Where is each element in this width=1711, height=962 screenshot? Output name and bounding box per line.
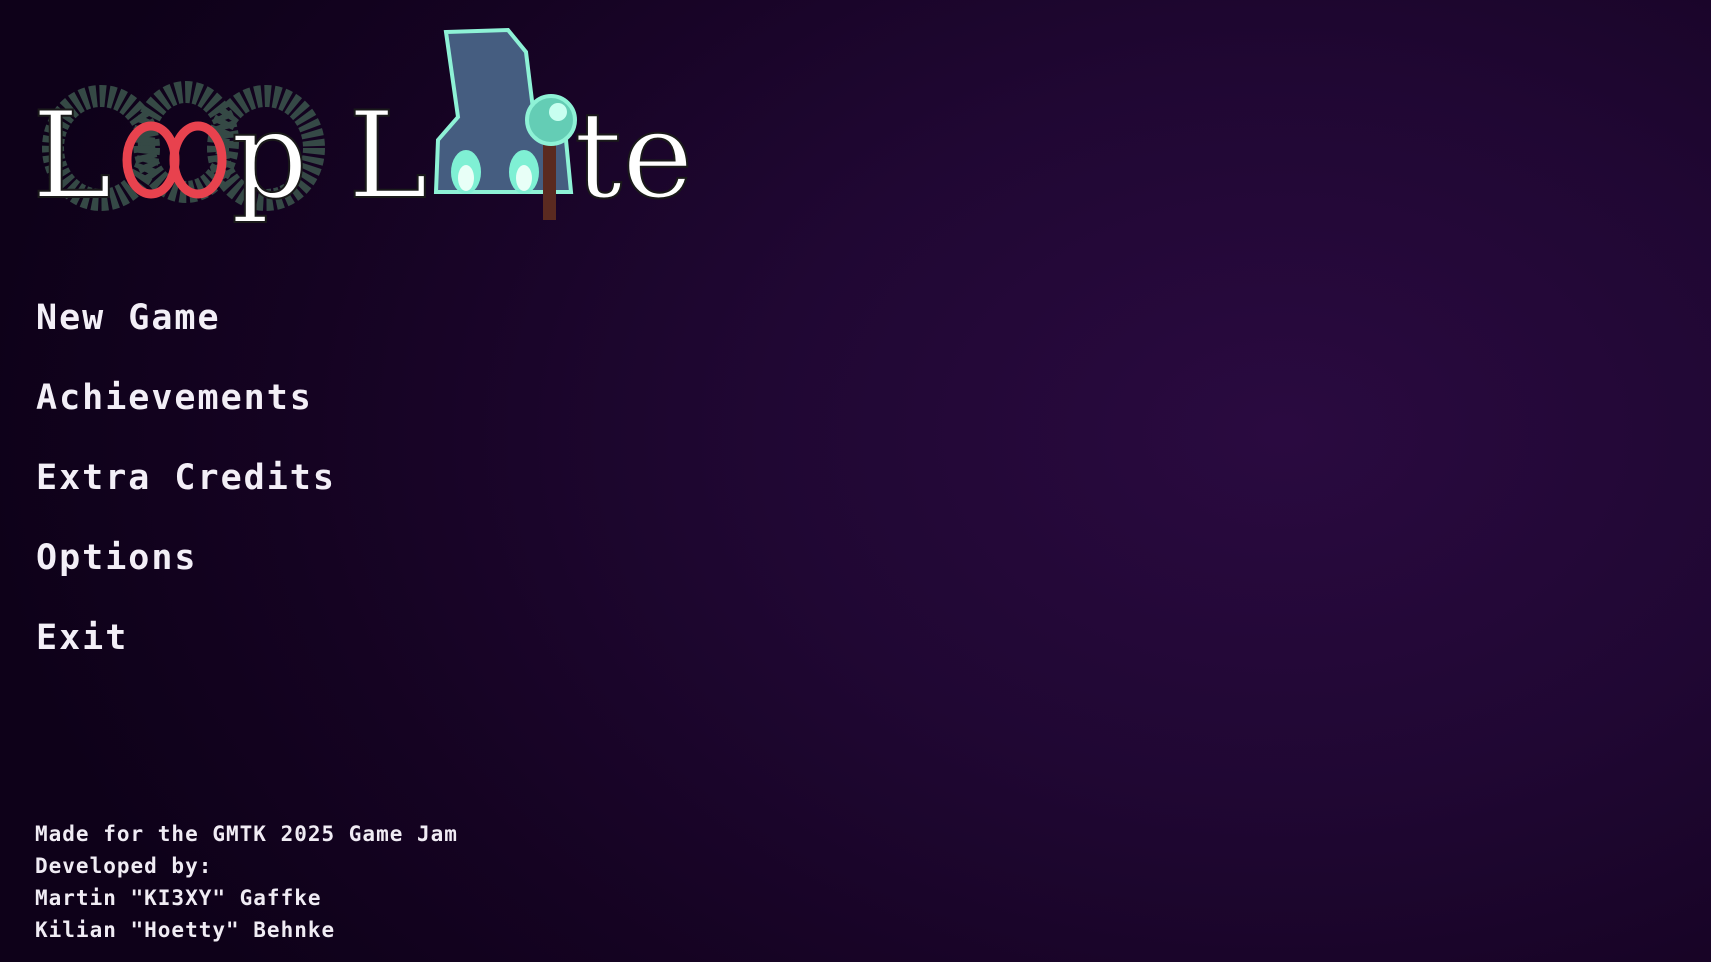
logo-letters-te: te xyxy=(574,87,693,226)
logo-letter-l-second: L xyxy=(348,87,428,226)
credits-developed-by: Developed by: xyxy=(35,854,213,878)
extra-credits-button[interactable]: Extra Credits xyxy=(36,456,336,536)
achievements-button[interactable]: Achievements xyxy=(36,376,336,456)
credits-developer-1: Martin "KI3XY" Gaffke xyxy=(35,886,322,910)
credits-block: Made for the GMTK 2025 Game Jam Develope… xyxy=(35,818,458,946)
new-game-button[interactable]: New Game xyxy=(36,296,336,376)
logo-letter-l: L xyxy=(32,87,112,226)
exit-button[interactable]: Exit xyxy=(36,616,336,696)
logo-letter-p: p xyxy=(231,87,308,226)
options-button[interactable]: Options xyxy=(36,536,336,616)
credits-jam-line: Made for the GMTK 2025 Game Jam xyxy=(35,822,458,846)
main-menu: New Game Achievements Extra Credits Opti… xyxy=(36,296,336,696)
credits-developer-2: Kilian "Hoetty" Behnke xyxy=(35,918,336,942)
game-logo: L p L te xyxy=(31,27,694,227)
